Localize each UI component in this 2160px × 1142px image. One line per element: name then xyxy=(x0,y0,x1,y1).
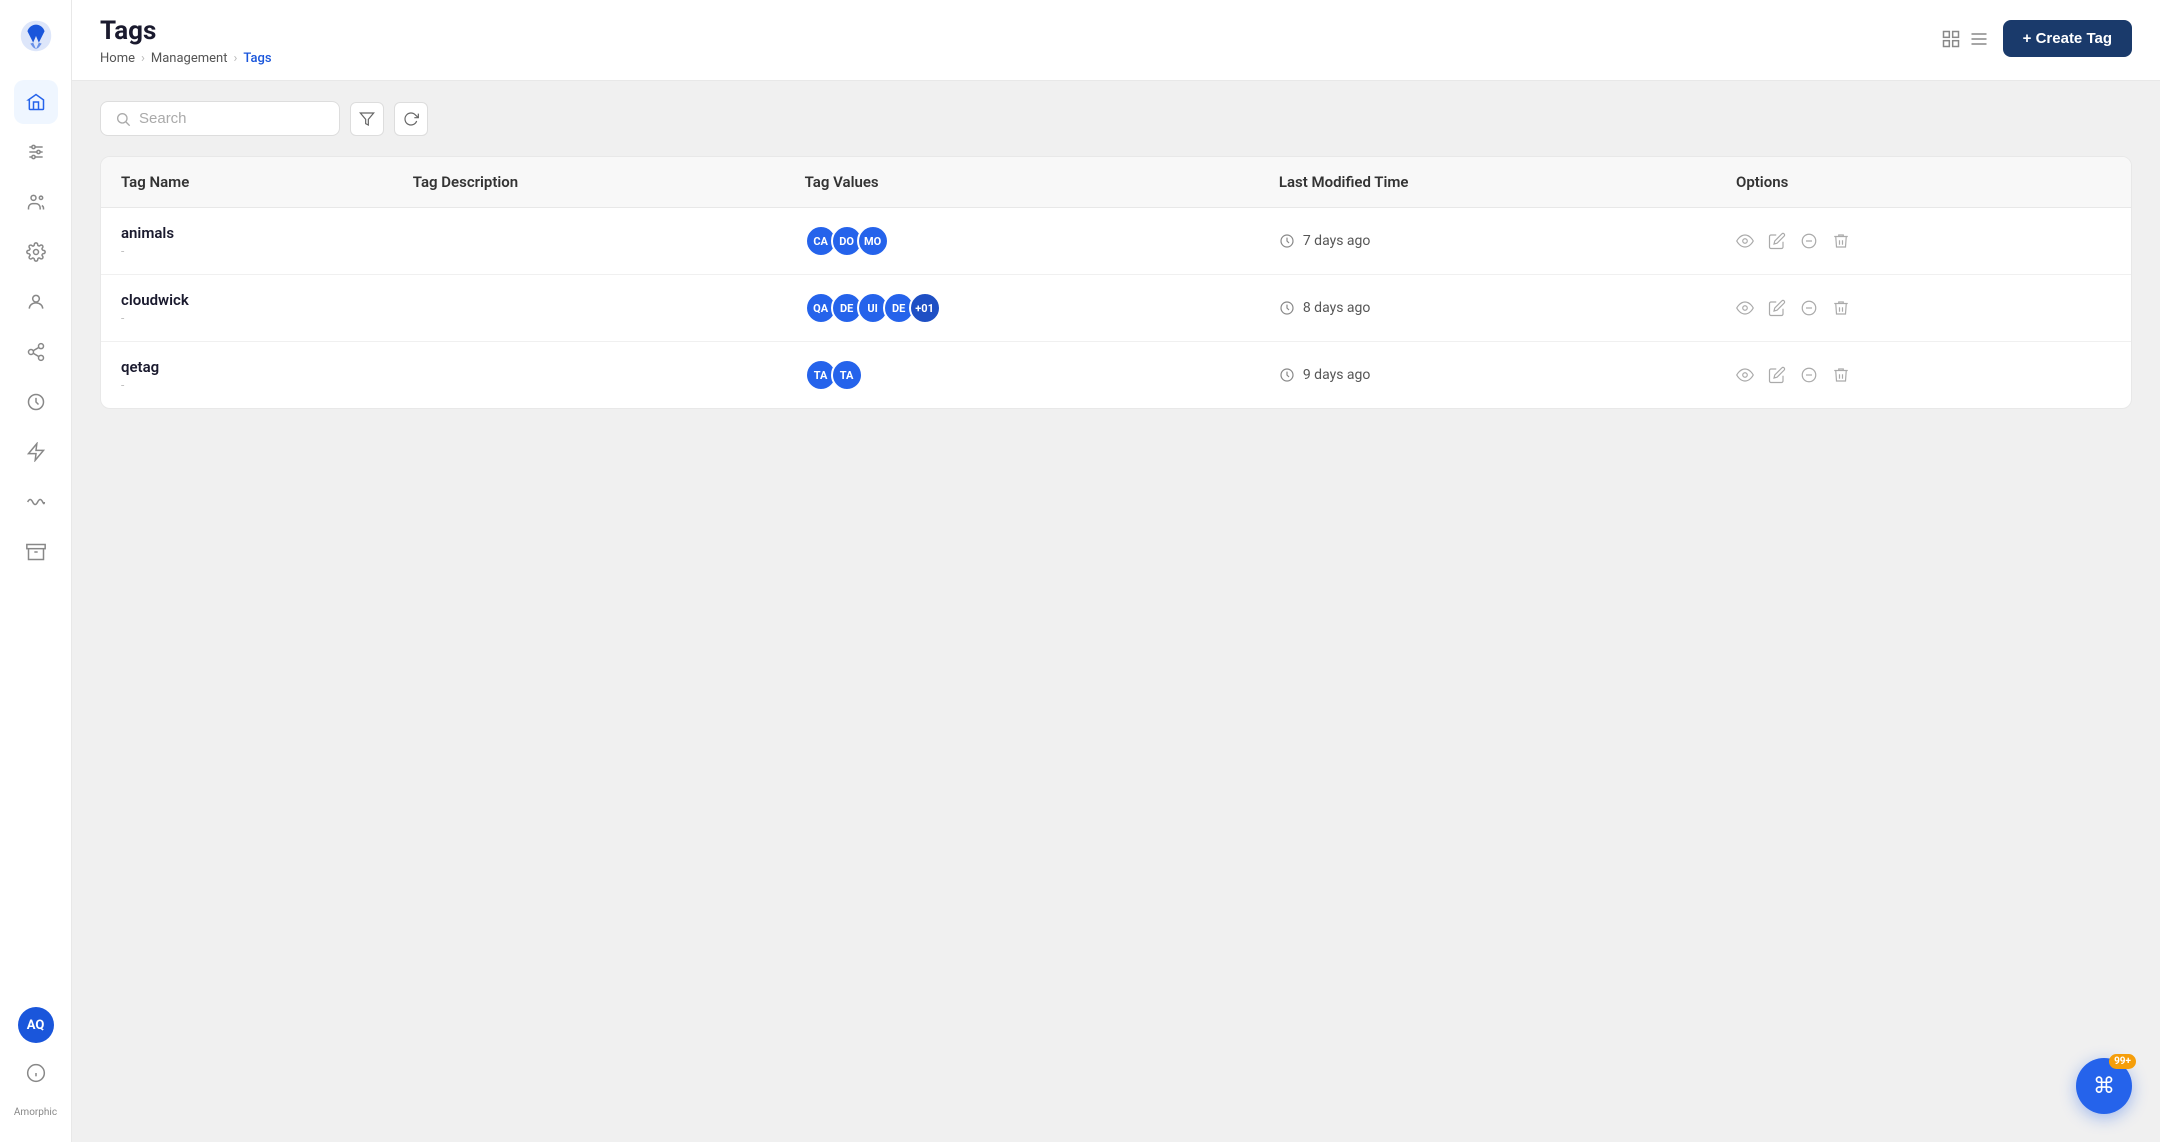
sidebar-nav xyxy=(0,80,71,1007)
edit-button[interactable] xyxy=(1768,366,1786,384)
clock-icon xyxy=(1279,233,1295,249)
page-header: Tags Home › Management › Tags + Create T… xyxy=(72,0,2160,81)
fab-badge: 99+ xyxy=(2109,1054,2136,1069)
grid-view-icon[interactable] xyxy=(1941,29,1961,49)
col-tag-name: Tag Name xyxy=(101,157,393,208)
tag-name-cell: animals xyxy=(121,224,373,242)
search-input-wrapper xyxy=(100,101,340,136)
page-title: Tags xyxy=(100,16,272,47)
sidebar-item-connections[interactable] xyxy=(14,330,58,374)
edit-button[interactable] xyxy=(1768,232,1786,250)
sidebar-item-team[interactable] xyxy=(14,180,58,224)
tag-desc-dash: - xyxy=(121,311,373,325)
clock-icon xyxy=(1279,300,1295,316)
tag-desc-dash: - xyxy=(121,244,373,258)
main-content: Tags Home › Management › Tags + Create T… xyxy=(72,0,2160,1142)
sidebar-item-home[interactable] xyxy=(14,80,58,124)
col-options: Options xyxy=(1716,157,2131,208)
modified-time-text: 7 days ago xyxy=(1303,233,1371,249)
tag-extra-badge: +01 xyxy=(909,292,941,324)
sidebar-item-lightning[interactable] xyxy=(14,430,58,474)
clock-icon xyxy=(1279,367,1295,383)
user-avatar[interactable]: AQ xyxy=(18,1007,54,1043)
modified-time-text: 9 days ago xyxy=(1303,367,1371,383)
tag-values-cell: QADEUIDE+01 xyxy=(785,275,1259,342)
tag-name-cell: qetag xyxy=(121,358,373,376)
info-button[interactable] xyxy=(14,1051,58,1095)
breadcrumb-current: Tags xyxy=(243,51,271,66)
view-button[interactable] xyxy=(1736,366,1754,384)
sidebar-item-storage[interactable] xyxy=(14,530,58,574)
tag-values-cell: TATA xyxy=(785,342,1259,409)
view-toggle xyxy=(1941,29,1989,49)
sidebar-item-filters[interactable] xyxy=(14,130,58,174)
breadcrumb-home[interactable]: Home xyxy=(100,51,135,66)
filter-button[interactable] xyxy=(350,102,384,136)
tag-values-cell: CADOMO xyxy=(785,208,1259,275)
tag-modified-cell: 7 days ago xyxy=(1259,208,1716,275)
search-input[interactable] xyxy=(139,110,325,127)
delete-button[interactable] xyxy=(1832,366,1850,384)
tag-options-cell xyxy=(1716,275,2131,342)
table-row: cloudwick - QADEUIDE+01 8 days ago xyxy=(101,275,2131,342)
tag-options-cell xyxy=(1716,208,2131,275)
tag-desc-dash: - xyxy=(121,378,373,392)
sidebar-item-waves[interactable] xyxy=(14,480,58,524)
list-view-icon[interactable] xyxy=(1969,29,1989,49)
create-tag-button[interactable]: + Create Tag xyxy=(2003,20,2132,57)
command-fab[interactable]: ⌘ 99+ xyxy=(2076,1058,2132,1114)
table-row: qetag - TATA 9 days ago xyxy=(101,342,2131,409)
delete-button[interactable] xyxy=(1832,232,1850,250)
content-area: Tag Name Tag Description Tag Values Last… xyxy=(72,81,2160,1142)
sidebar-item-settings[interactable] xyxy=(14,230,58,274)
tag-value-badge: MO xyxy=(857,225,889,257)
copy-button[interactable] xyxy=(1800,366,1818,384)
edit-button[interactable] xyxy=(1768,299,1786,317)
tags-table: Tag Name Tag Description Tag Values Last… xyxy=(100,156,2132,409)
tag-description-cell xyxy=(393,342,785,409)
breadcrumb: Home › Management › Tags xyxy=(100,51,272,80)
table-header-row: Tag Name Tag Description Tag Values Last… xyxy=(101,157,2131,208)
refresh-button[interactable] xyxy=(394,102,428,136)
sidebar-item-profile[interactable] xyxy=(14,280,58,324)
modified-time-text: 8 days ago xyxy=(1303,300,1371,316)
app-name-label: Amorphic xyxy=(14,1107,57,1118)
col-last-modified: Last Modified Time xyxy=(1259,157,1716,208)
tag-description-cell xyxy=(393,275,785,342)
view-button[interactable] xyxy=(1736,232,1754,250)
header-left: Tags Home › Management › Tags xyxy=(100,16,272,80)
sidebar-bottom: AQ Amorphic xyxy=(14,1007,58,1126)
breadcrumb-sep-2: › xyxy=(233,51,237,66)
copy-button[interactable] xyxy=(1800,232,1818,250)
tag-options-cell xyxy=(1716,342,2131,409)
header-right: + Create Tag xyxy=(1941,16,2132,71)
tag-description-cell xyxy=(393,208,785,275)
sidebar-item-history[interactable] xyxy=(14,380,58,424)
col-tag-description: Tag Description xyxy=(393,157,785,208)
app-logo[interactable] xyxy=(16,16,56,56)
col-tag-values: Tag Values xyxy=(785,157,1259,208)
breadcrumb-sep-1: › xyxy=(141,51,145,66)
table-row: animals - CADOMO 7 days ago xyxy=(101,208,2131,275)
tag-value-badge: TA xyxy=(831,359,863,391)
search-icon xyxy=(115,111,131,127)
tag-modified-cell: 8 days ago xyxy=(1259,275,1716,342)
view-button[interactable] xyxy=(1736,299,1754,317)
breadcrumb-management[interactable]: Management xyxy=(151,51,228,66)
fab-icon: ⌘ xyxy=(2093,1074,2115,1099)
search-bar xyxy=(100,101,2132,136)
copy-button[interactable] xyxy=(1800,299,1818,317)
tag-name-cell: cloudwick xyxy=(121,291,373,309)
tag-modified-cell: 9 days ago xyxy=(1259,342,1716,409)
delete-button[interactable] xyxy=(1832,299,1850,317)
sidebar: AQ Amorphic xyxy=(0,0,72,1142)
